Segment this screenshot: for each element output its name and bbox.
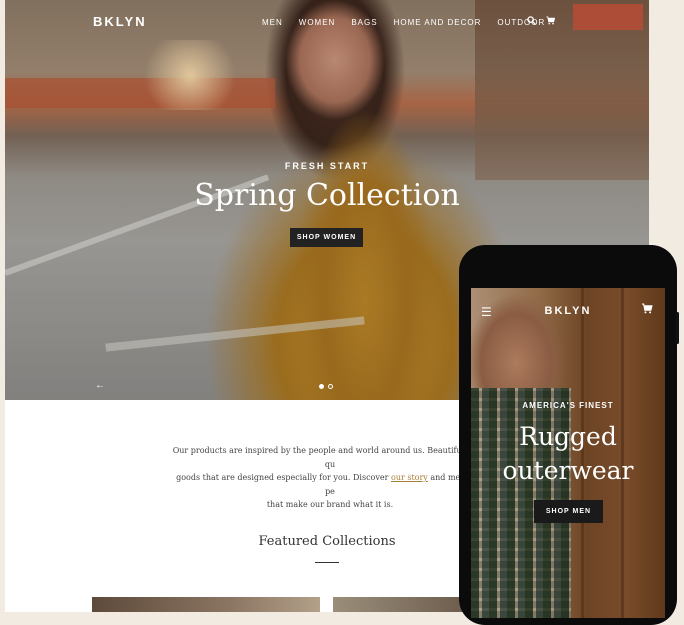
site-logo[interactable]: BKLYN: [93, 14, 147, 29]
nav-link-bags[interactable]: BAGS: [351, 18, 377, 27]
nav-link-men[interactable]: MEN: [262, 18, 283, 27]
mobile-title-line: outerwear: [502, 456, 634, 485]
hero-subtitle: FRESH START: [284, 161, 370, 171]
heading-divider: [315, 562, 339, 563]
search-icon[interactable]: [527, 16, 536, 27]
about-line: that make our brand what it is.: [266, 500, 394, 509]
phone-side-button: [676, 312, 679, 344]
about-text: Our products are inspired by the people …: [170, 444, 490, 512]
about-line: Our products are inspired by the people …: [172, 446, 488, 469]
mobile-hero-subtitle: AMERICA'S FINEST: [522, 401, 614, 410]
our-story-link[interactable]: our story: [391, 473, 428, 482]
cart-icon[interactable]: [546, 16, 556, 27]
nav-link-women[interactable]: WOMEN: [299, 18, 336, 27]
hero-title: Spring Collection: [194, 178, 460, 213]
about-line: goods that are designed especially for y…: [170, 471, 490, 498]
slide-dots: [319, 384, 333, 389]
mobile-hero-title: Rugged outerwear: [471, 420, 665, 488]
collection-thumbnail[interactable]: [92, 597, 320, 612]
nav-link-outdoor[interactable]: OUTDOOR: [497, 18, 545, 27]
shop-women-button[interactable]: SHOP WOMEN: [290, 228, 363, 247]
mobile-cart-icon[interactable]: [641, 303, 653, 317]
main-menu: MEN WOMEN BAGS HOME AND DECOR OUTDOOR: [262, 18, 561, 27]
slide-dot[interactable]: [319, 384, 324, 389]
slide-dot[interactable]: [328, 384, 333, 389]
mobile-site-logo[interactable]: BKLYN: [471, 305, 665, 317]
slide-prev-arrow-icon[interactable]: ←: [95, 380, 105, 391]
shop-men-button[interactable]: SHOP MEN: [534, 500, 603, 523]
about-text-segment: goods that are designed especially for y…: [176, 473, 391, 482]
top-nav: BKLYN MEN WOMEN BAGS HOME AND DECOR OUTD…: [5, 14, 649, 32]
mobile-title-line: Rugged: [519, 422, 617, 451]
nav-link-home-and-decor[interactable]: HOME AND DECOR: [394, 18, 482, 27]
mobile-site-preview: ☰ BKLYN AMERICA'S FINEST Rugged outerwea…: [471, 288, 665, 618]
collection-thumbnail[interactable]: [333, 597, 473, 612]
